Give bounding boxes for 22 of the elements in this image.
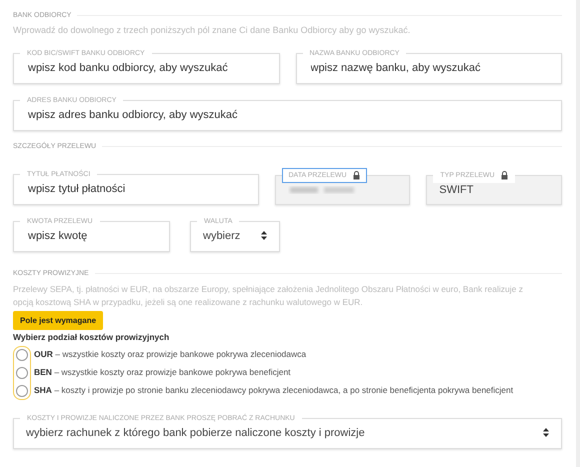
question-label: Wybierz podział kosztów prowizyjnych — [13, 332, 170, 342]
text-input[interactable]: wpisz kwotę — [26, 228, 157, 242]
lock-icon — [352, 171, 360, 180]
error-tooltip: Pole jest wymagane — [13, 311, 104, 330]
option-label: SHA – koszty i prowizje po stronie banku zleceniodawcy pokrywa zleceniodawca, a po stronie beneficjenta pokrywa beneficjent — [34, 384, 514, 396]
hint-text: Wprowadź do dowolnego z trzech poniższych pól znane Ci dane Banku Odbiorcy aby go wyszukać. — [13, 25, 412, 35]
lock-icon — [500, 171, 508, 180]
option-label: OUR – wszystkie koszty oraz prowizje bankowe pokrywa zleceniodawca — [34, 348, 308, 360]
text-input[interactable]: wpisz nazwę banku, aby wyszukać — [308, 60, 549, 74]
text-input[interactable]: wpisz tytuł płatności — [26, 182, 246, 196]
sort-icon — [543, 428, 549, 437]
text-input[interactable]: wpisz adres banku odbiorcy, aby wyszukać — [26, 108, 549, 122]
sort-icon — [261, 231, 267, 240]
field-value: wybierz — [203, 230, 242, 242]
radio-button[interactable] — [16, 367, 28, 379]
field-value: SWIFT — [439, 184, 474, 196]
radio-button[interactable] — [16, 385, 28, 397]
radio-button[interactable] — [16, 349, 28, 361]
field-value: wybierz rachunek z którego bank pobierze naliczone koszty i prowizje — [26, 426, 366, 438]
text-input[interactable]: wpisz kod banku odbiorcy, aby wyszukać — [26, 60, 266, 74]
option-label: BEN – wszystkie koszty oraz prowizje bankowe pokrywa beneficjent — [34, 366, 292, 378]
info-text: Przelewy SEPA, tj. płatności w EUR, na obszarze Europy, spełniające założenia Jednolitego Obszaru Płatności w euro, Bank realizuje z opcją kosztową SHA w przypadku, jeżeli są one realizowane z rachunku walutowego w EUR. — [13, 283, 524, 309]
